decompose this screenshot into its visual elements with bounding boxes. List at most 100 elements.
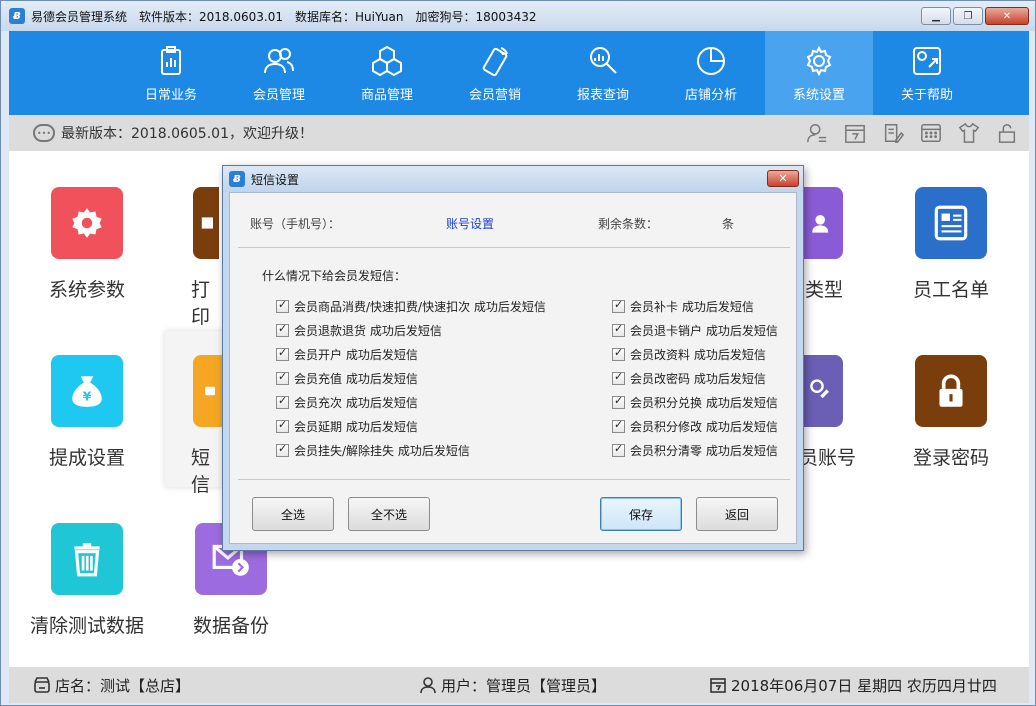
- checkbox[interactable]: [612, 298, 625, 313]
- option-label: 会员充值 成功后发短信: [294, 371, 418, 386]
- id-card-icon: [915, 187, 987, 259]
- divider: [238, 479, 790, 480]
- tile-label: 员工名单: [912, 279, 989, 301]
- option-consume[interactable]: 会员商品消费/快速扣费/快速扣次 成功后发短信: [276, 297, 546, 315]
- user-info: 用户：管理员【管理员】: [419, 675, 606, 696]
- option-extend[interactable]: 会员延期 成功后发短信: [276, 417, 418, 435]
- calendar-icon[interactable]: [843, 121, 867, 145]
- account-edit-icon: [799, 355, 843, 427]
- option-label: 会员挂失/解除挂失 成功后发短信: [294, 443, 470, 458]
- checkbox[interactable]: [612, 418, 625, 433]
- checkbox[interactable]: [612, 394, 625, 409]
- checkbox[interactable]: [612, 370, 625, 385]
- checkbox[interactable]: [276, 346, 289, 361]
- restore-button[interactable]: ❐: [953, 7, 983, 25]
- close-button[interactable]: ✕: [985, 7, 1029, 25]
- checkbox[interactable]: [612, 346, 625, 361]
- checkbox[interactable]: [276, 322, 289, 337]
- tile-label: 登录密码: [912, 447, 989, 469]
- select-all-button[interactable]: 全选: [252, 497, 334, 531]
- option-recharge-count[interactable]: 会员充次 成功后发短信: [276, 393, 418, 411]
- sms-settings-dialog: Ƀ 短信设置 ✕ 账号（手机号）： 账号设置 剩余条数： 条 什么情况下给会员发…: [222, 165, 804, 551]
- users-icon: [799, 187, 843, 259]
- current-user: 用户：管理员【管理员】: [441, 676, 607, 695]
- nav-item-reports[interactable]: 报表查询: [549, 31, 657, 115]
- nav-item-help[interactable]: 关于帮助: [873, 31, 981, 115]
- tile-member-account[interactable]: 员账号: [799, 355, 859, 470]
- option-recharge[interactable]: 会员充值 成功后发短信: [276, 369, 418, 387]
- lock-icon[interactable]: [995, 121, 1019, 145]
- option-label: 会员补卡 成功后发短信: [630, 299, 754, 314]
- option-edit-profile[interactable]: 会员改资料 成功后发短信: [612, 345, 766, 363]
- nav-item-analysis[interactable]: 店铺分析: [657, 31, 765, 115]
- cubes-icon: [370, 44, 404, 78]
- option-points-edit[interactable]: 会员积分修改 成功后发短信: [612, 417, 778, 435]
- clipboard-icon: [154, 44, 188, 78]
- calculator-icon[interactable]: [919, 121, 943, 145]
- tile-login-password[interactable]: 登录密码: [879, 355, 1023, 470]
- title-bar: Ƀ 易德会员管理系统 软件版本：2018.0603.01 数据库名：HuiYua…: [1, 1, 1035, 31]
- nav-item-label: 商品管理: [360, 87, 413, 103]
- checkbox[interactable]: [276, 370, 289, 385]
- user-switch-icon[interactable]: [805, 121, 829, 145]
- dialog-close-button[interactable]: ✕: [767, 170, 799, 187]
- tile-staff-list[interactable]: 员工名单: [879, 187, 1023, 302]
- save-button[interactable]: 保存: [600, 497, 682, 531]
- store-icon: [34, 677, 50, 693]
- money-bag-icon: ¥: [51, 355, 123, 427]
- phone-icon: [478, 44, 512, 78]
- option-points-reset[interactable]: 会员积分清零 成功后发短信: [612, 441, 778, 459]
- tile-label: 类型: [805, 279, 844, 301]
- sms-question: 什么情况下给会员发短信：: [262, 269, 407, 283]
- tile-label: 清除测试数据: [29, 615, 144, 637]
- checkbox[interactable]: [612, 322, 625, 337]
- tile-sms[interactable]: 短信: [165, 331, 225, 496]
- nav-item-settings[interactable]: 系统设置: [765, 31, 873, 115]
- main-nav: 日常业务 会员管理 商品管理 会员营销 报表查询 店铺分析 系统设置 关于帮助: [9, 31, 1029, 115]
- tile-print[interactable]: 打印: [159, 187, 219, 329]
- account-settings-link[interactable]: 账号设置: [446, 215, 494, 232]
- option-change-password[interactable]: 会员改密码 成功后发短信: [612, 369, 766, 387]
- nav-item-marketing[interactable]: 会员营销: [441, 31, 549, 115]
- checkbox[interactable]: [612, 442, 625, 457]
- users-icon: [262, 44, 296, 78]
- option-label: 会员开户 成功后发短信: [294, 347, 418, 362]
- nav-item-daily[interactable]: 日常业务: [117, 31, 225, 115]
- dialog-body: 账号（手机号）： 账号设置 剩余条数： 条 什么情况下给会员发短信： 会员商品消…: [229, 192, 797, 544]
- option-open-account[interactable]: 会员开户 成功后发短信: [276, 345, 418, 363]
- tile-label: 短信: [191, 447, 211, 496]
- help-icon: [910, 44, 944, 78]
- tile-clear-test-data[interactable]: 清除测试数据: [15, 523, 159, 638]
- edit-note-icon[interactable]: [881, 121, 905, 145]
- checkbox[interactable]: [276, 394, 289, 409]
- current-date: 2018年06月07日 星期四 农历四月廿四: [731, 676, 997, 695]
- minimize-button[interactable]: ▁: [921, 7, 951, 25]
- tile-system-params[interactable]: 系统参数: [15, 187, 159, 302]
- nav-item-members[interactable]: 会员管理: [225, 31, 333, 115]
- option-label: 会员改密码 成功后发短信: [630, 371, 766, 386]
- option-label: 会员改资料 成功后发短信: [630, 347, 766, 362]
- tile-member-type[interactable]: 类型: [799, 187, 859, 302]
- option-cancel-card[interactable]: 会员退卡销户 成功后发短信: [612, 321, 778, 339]
- nav-item-label: 会员管理: [252, 87, 305, 103]
- tile-commission[interactable]: ¥ 提成设置: [15, 355, 159, 470]
- option-label: 会员退款退货 成功后发短信: [294, 323, 442, 338]
- checkbox[interactable]: [276, 442, 289, 457]
- option-refund[interactable]: 会员退款退货 成功后发短信: [276, 321, 442, 339]
- back-button[interactable]: 返回: [696, 497, 778, 531]
- status-bar: 店名：测试【总店】 用户：管理员【管理员】 2018年06月07日 星期四 农历…: [9, 667, 1029, 703]
- store-name: 店名：测试【总店】: [55, 676, 191, 695]
- shirt-icon[interactable]: [957, 121, 981, 145]
- tile-label: 提成设置: [48, 447, 125, 469]
- tile-label: 员账号: [799, 447, 857, 469]
- app-logo-icon: Ƀ: [229, 171, 245, 187]
- select-none-button[interactable]: 全不选: [348, 497, 430, 531]
- checkbox[interactable]: [276, 418, 289, 433]
- option-reissue-card[interactable]: 会员补卡 成功后发短信: [612, 297, 754, 315]
- checkbox[interactable]: [276, 298, 289, 313]
- option-report-loss[interactable]: 会员挂失/解除挂失 成功后发短信: [276, 441, 470, 459]
- option-points-redeem[interactable]: 会员积分兑换 成功后发短信: [612, 393, 778, 411]
- nav-item-label: 系统设置: [792, 87, 845, 103]
- tile-label: 数据备份: [192, 615, 269, 637]
- nav-item-goods[interactable]: 商品管理: [333, 31, 441, 115]
